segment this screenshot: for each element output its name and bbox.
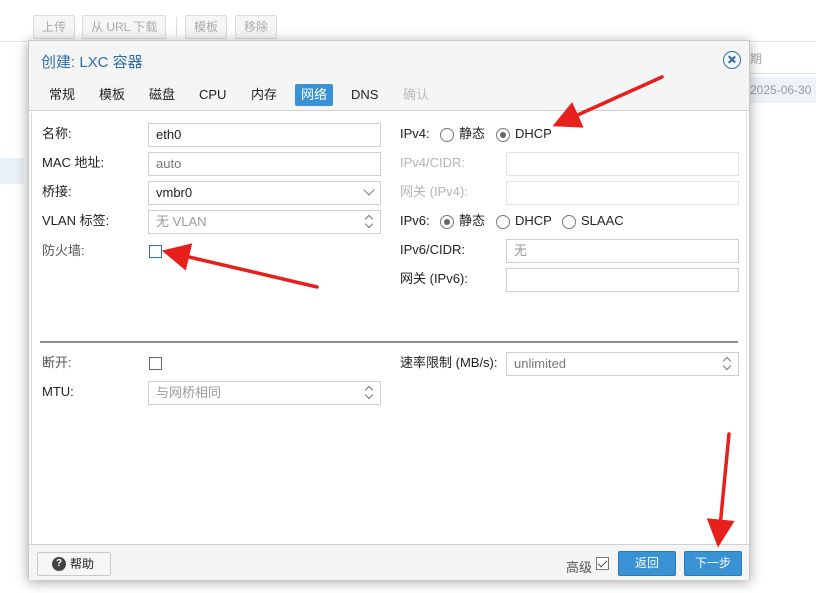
ipv6-label: IPv6: [400,213,430,228]
ipv6-dhcp-label[interactable]: DHCP [515,210,552,232]
ipv6-cidr-field[interactable]: 无 [506,239,739,263]
advanced-label: 高级 [566,560,593,575]
ipv6-slaac-label[interactable]: SLAAC [581,210,624,232]
disconnect-checkbox[interactable] [149,357,162,370]
ipv4-cidr-field [506,152,739,176]
tab-network[interactable]: 网络 [295,84,334,106]
tab-bar: 常规 模板 磁盘 CPU 内存 网络 DNS 确认 [29,79,749,111]
mac-address-field[interactable]: auto [148,152,381,176]
gateway-ipv4-field [506,181,739,205]
question-icon: ? [52,557,66,571]
vlan-label: VLAN 标签: [42,213,110,228]
ipv6-dhcp-radio[interactable] [496,215,510,229]
ipv6-static-label[interactable]: 静态 [459,210,485,232]
bg-remove-button[interactable]: 移除 [235,15,278,39]
gateway-ipv6-label: 网关 (IPv6): [400,271,468,286]
bg-toolbar-separator [176,17,177,37]
back-button[interactable]: 返回 [618,551,676,576]
bridge-value: vmbr0 [156,185,193,200]
advanced-checkbox[interactable] [596,557,609,570]
spinner-icon[interactable] [364,384,374,402]
tab-general[interactable]: 常规 [43,84,81,106]
gateway-ipv4-label: 网关 (IPv4): [400,184,468,199]
tab-memory[interactable]: 内存 [245,84,283,106]
bridge-select[interactable]: vmbr0 [148,181,381,205]
mtu-field[interactable]: 与网桥相同 [148,381,381,405]
tab-cpu[interactable]: CPU [193,84,232,106]
close-icon[interactable] [723,51,741,69]
ipv4-static-radio[interactable] [440,128,454,142]
create-lxc-dialog: 创建: LXC 容器 常规 模板 磁盘 CPU 内存 网络 DNS 确认 名称:… [28,40,750,580]
disconnect-label: 断开: [42,355,72,370]
section-divider [40,341,738,343]
name-field[interactable]: eth0 [148,123,381,147]
ipv4-dhcp-label[interactable]: DHCP [515,123,552,145]
rate-limit-label: 速率限制 (MB/s): [400,355,498,370]
firewall-checkbox[interactable] [149,245,162,258]
bg-left-panel [0,42,30,593]
ipv6-static-radio[interactable] [440,215,454,229]
ipv6-cidr-label: IPv6/CIDR: [400,242,466,257]
ipv4-cidr-label: IPv4/CIDR: [400,155,466,170]
gateway-ipv6-field[interactable] [506,268,739,292]
mtu-label: MTU: [42,384,74,399]
bg-templates-button[interactable]: 模板 [185,15,228,39]
tab-disks[interactable]: 磁盘 [143,84,181,106]
dialog-footer: ? 帮助 高级 返回 下一步 [29,544,749,580]
firewall-label: 防火墙: [42,243,85,258]
mac-label: MAC 地址: [42,155,105,170]
bg-left-selected-row[interactable] [0,158,24,184]
bridge-label: 桥接: [42,184,72,199]
dialog-body: 名称: eth0 MAC 地址: auto 桥接: vmbr0 VLAN 标签:… [31,113,747,544]
bg-download-url-button[interactable]: 从 URL 下载 [82,15,167,39]
tab-template[interactable]: 模板 [93,84,131,106]
dialog-title: 创建: LXC 容器 [41,54,143,71]
ipv4-static-label[interactable]: 静态 [459,123,485,145]
mtu-placeholder: 与网桥相同 [156,385,222,400]
next-button[interactable]: 下一步 [684,551,742,576]
vlan-tag-field[interactable]: 无 VLAN [148,210,381,234]
dialog-header: 创建: LXC 容器 [29,41,749,79]
spinner-icon[interactable] [722,355,732,373]
bg-content-panel [748,42,816,593]
ipv4-dhcp-radio[interactable] [496,128,510,142]
spinner-icon[interactable] [364,213,374,231]
chevron-down-icon[interactable] [363,184,375,196]
bg-table-row[interactable]: 2025-06-30 1 [748,77,816,103]
vlan-placeholder: 无 VLAN [156,214,207,229]
help-label: 帮助 [70,557,95,571]
tab-dns[interactable]: DNS [345,84,384,106]
rate-limit-placeholder: unlimited [514,356,567,371]
tab-confirm: 确认 [403,87,430,102]
ipv4-label: IPv4: [400,126,430,141]
ipv6-slaac-radio[interactable] [562,215,576,229]
name-label: 名称: [42,126,72,141]
bg-upload-button[interactable]: 上传 [33,15,76,39]
help-button[interactable]: ? 帮助 [37,552,111,576]
bg-column-header[interactable]: 期 [748,44,816,74]
rate-limit-field[interactable]: unlimited [506,352,739,376]
